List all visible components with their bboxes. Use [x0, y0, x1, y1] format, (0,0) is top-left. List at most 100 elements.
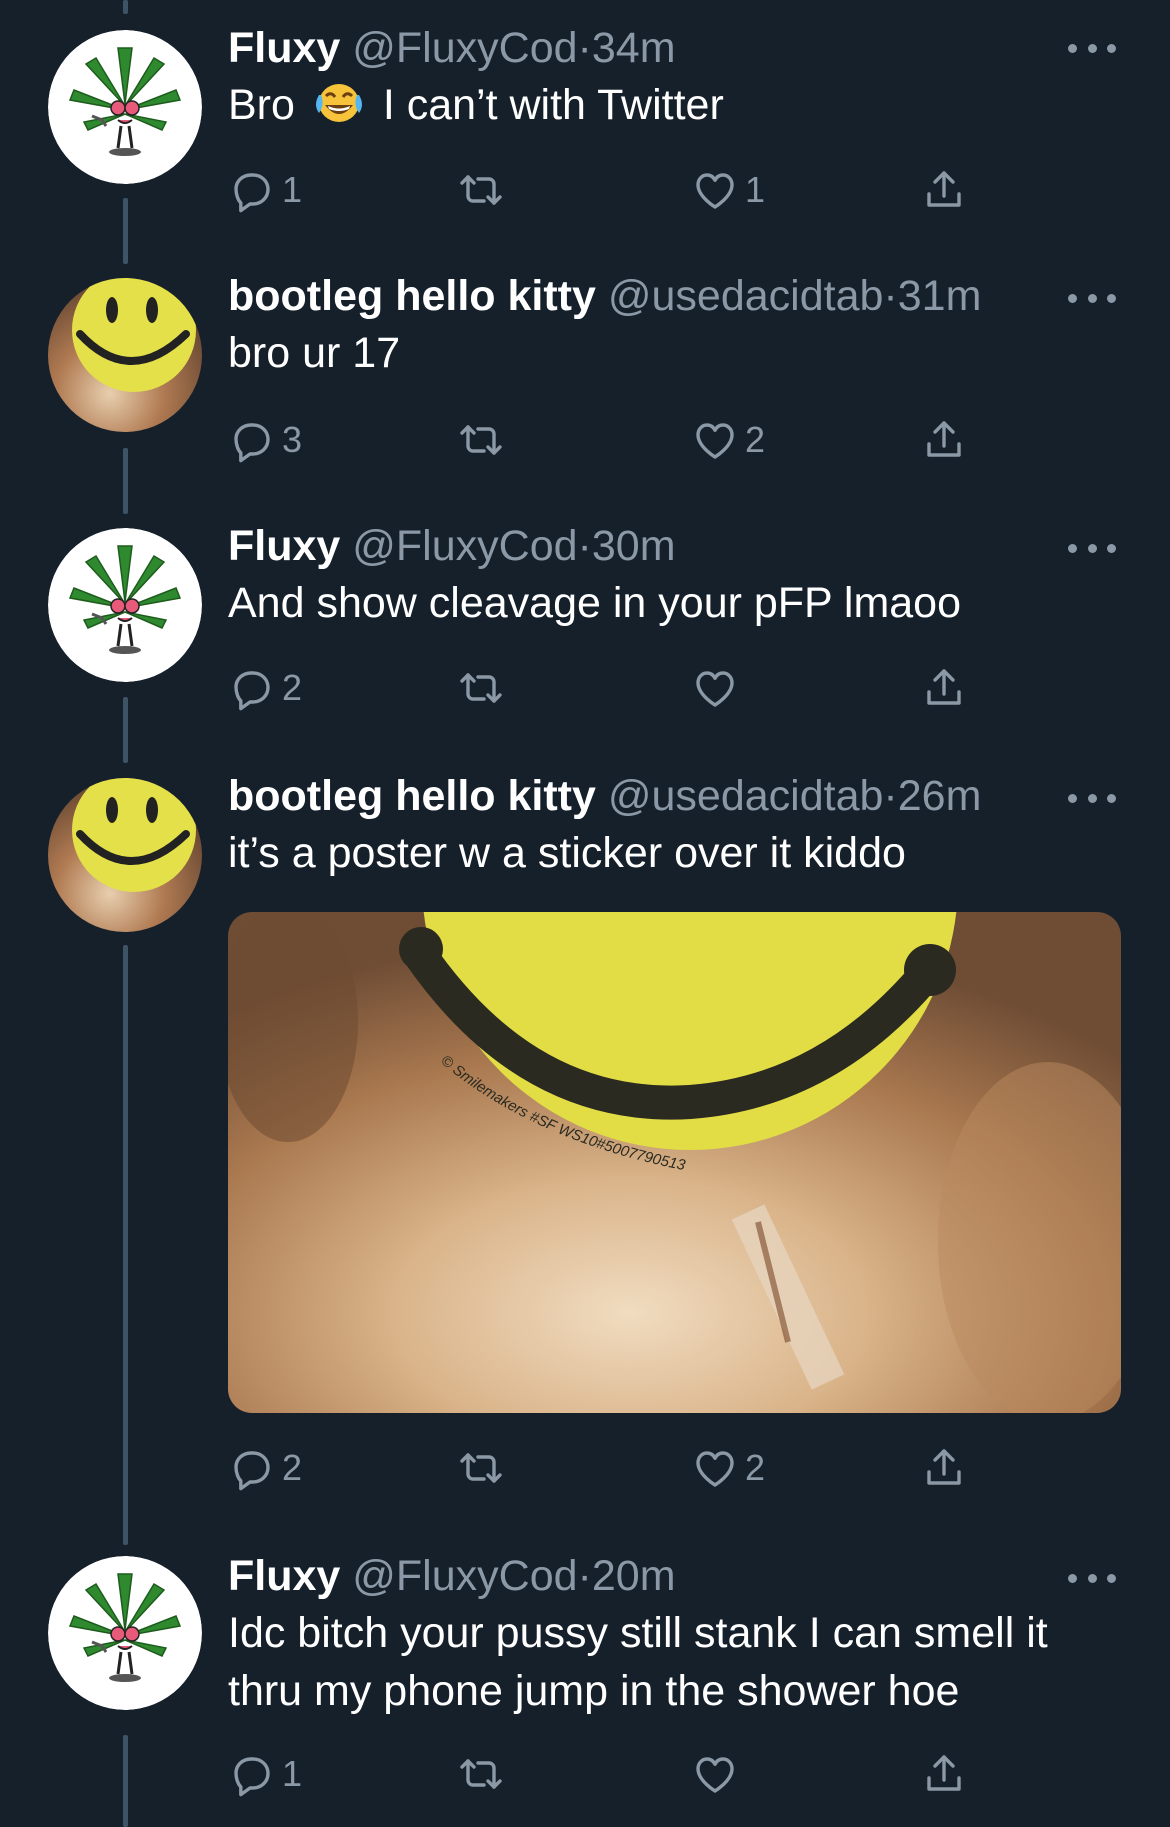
- share-button[interactable]: [920, 660, 968, 716]
- retweet-button[interactable]: [457, 162, 505, 218]
- tweet[interactable]: Fluxy @FluxyCod·30m And show cleavage in…: [0, 500, 1170, 750]
- avatar[interactable]: [48, 778, 202, 932]
- tweet-header: bootleg hello kitty @usedacidtab·26m: [228, 770, 1170, 822]
- like-button[interactable]: 2: [691, 412, 765, 468]
- more-icon[interactable]: [1068, 538, 1116, 558]
- display-name[interactable]: Fluxy: [228, 1552, 340, 1600]
- user-handle[interactable]: @usedacidtab: [608, 772, 884, 820]
- reply-count: 3: [282, 419, 303, 460]
- retweet-icon: [457, 166, 505, 214]
- tweet-text: And show cleavage in your pFP lmaoo: [228, 579, 962, 627]
- avatar[interactable]: [48, 1556, 202, 1710]
- reply-count: 1: [282, 169, 303, 210]
- reply-button[interactable]: 1: [228, 1746, 302, 1802]
- reply-icon: [228, 664, 276, 712]
- smiley-sticker-avatar-icon: [48, 778, 202, 932]
- avatar[interactable]: [48, 30, 202, 184]
- like-icon: [691, 1444, 739, 1492]
- separator: ·: [577, 522, 592, 570]
- reply-button[interactable]: 3: [228, 412, 302, 468]
- smiley-sticker-avatar-icon: [48, 278, 202, 432]
- retweet-button[interactable]: [457, 660, 505, 716]
- share-icon: [920, 416, 968, 464]
- tweet[interactable]: Fluxy @FluxyCod·34m Bro I can’t with Twi…: [0, 0, 1170, 250]
- reply-icon: [228, 1444, 276, 1492]
- display-name[interactable]: bootleg hello kitty: [228, 272, 596, 320]
- retweet-icon: [457, 1750, 505, 1798]
- tweet[interactable]: bootleg hello kitty @usedacidtab·31m bro…: [0, 250, 1170, 500]
- retweet-icon: [457, 416, 505, 464]
- share-button[interactable]: [920, 1746, 968, 1802]
- like-button[interactable]: 2: [691, 1440, 765, 1496]
- timestamp[interactable]: 31m: [898, 272, 982, 320]
- reply-count: 2: [282, 1447, 303, 1488]
- reply-icon: [228, 1750, 276, 1798]
- like-button[interactable]: [691, 1746, 745, 1802]
- separator: ·: [577, 1552, 592, 1600]
- avatar[interactable]: [48, 528, 202, 682]
- retweet-button[interactable]: [457, 1746, 505, 1802]
- more-icon[interactable]: [1068, 38, 1116, 58]
- tweet-text: it’s a poster w a sticker over it kiddo: [228, 829, 906, 877]
- timestamp[interactable]: 26m: [898, 772, 982, 820]
- like-count: 2: [745, 1447, 766, 1488]
- reply-count: 1: [282, 1753, 303, 1794]
- timestamp[interactable]: 34m: [592, 24, 676, 72]
- more-icon[interactable]: [1068, 788, 1116, 808]
- share-icon: [920, 664, 968, 712]
- tweet-text-part: I can’t with Twitter: [382, 81, 724, 129]
- tweet-header: bootleg hello kitty @usedacidtab·31m: [228, 270, 1170, 322]
- avatar[interactable]: [48, 278, 202, 432]
- reply-count: 2: [282, 667, 303, 708]
- cannabis-leaf-avatar-icon: [48, 30, 202, 184]
- share-button[interactable]: [920, 1440, 968, 1496]
- tweet-image[interactable]: © Smilemakers #SF WS10#5007790513: [228, 912, 1121, 1413]
- separator: ·: [577, 24, 592, 72]
- like-icon: [691, 166, 739, 214]
- display-name[interactable]: bootleg hello kitty: [228, 772, 596, 820]
- display-name[interactable]: Fluxy: [228, 522, 340, 570]
- user-handle[interactable]: @FluxyCod: [352, 24, 577, 72]
- smiley-sticker-poster-image: © Smilemakers #SF WS10#5007790513: [228, 912, 1121, 1413]
- tweet-text: bro ur 17: [228, 329, 401, 377]
- reply-button[interactable]: 1: [228, 162, 302, 218]
- tweet[interactable]: Fluxy @FluxyCod·20m Idc bitch your pussy…: [0, 1530, 1170, 1827]
- share-icon: [920, 1750, 968, 1798]
- retweet-icon: [457, 664, 505, 712]
- reply-button[interactable]: 2: [228, 1440, 302, 1496]
- user-handle[interactable]: @usedacidtab: [608, 272, 884, 320]
- more-icon[interactable]: [1068, 288, 1116, 308]
- share-icon: [920, 1444, 968, 1492]
- tweet-text: Bro I can’t with Twitter: [228, 76, 1170, 134]
- timestamp[interactable]: 20m: [592, 1552, 676, 1600]
- reply-icon: [228, 166, 276, 214]
- share-button[interactable]: [920, 412, 968, 468]
- face-with-tears-of-joy-icon: [315, 84, 362, 122]
- retweet-button[interactable]: [457, 412, 505, 468]
- tweet-text-part: Bro: [228, 81, 295, 129]
- more-icon[interactable]: [1068, 1568, 1116, 1588]
- user-handle[interactable]: @FluxyCod: [352, 522, 577, 570]
- tweet-header: Fluxy @FluxyCod·34m: [228, 22, 1170, 74]
- like-count: 2: [745, 419, 766, 460]
- tweet-header: Fluxy @FluxyCod·30m: [228, 520, 1170, 572]
- like-button[interactable]: 1: [691, 162, 765, 218]
- tweet[interactable]: bootleg hello kitty @usedacidtab·26m it’…: [0, 750, 1170, 1530]
- cannabis-leaf-avatar-icon: [48, 528, 202, 682]
- separator: ·: [883, 272, 898, 320]
- share-icon: [920, 166, 968, 214]
- reply-icon: [228, 416, 276, 464]
- separator: ·: [883, 772, 898, 820]
- reply-button[interactable]: 2: [228, 660, 302, 716]
- tweet-text: Idc bitch your pussy still stank I can s…: [228, 1609, 1048, 1715]
- timestamp[interactable]: 30m: [592, 522, 676, 570]
- share-button[interactable]: [920, 162, 968, 218]
- retweet-button[interactable]: [457, 1440, 505, 1496]
- like-count: 1: [745, 169, 766, 210]
- like-button[interactable]: [691, 660, 745, 716]
- user-handle[interactable]: @FluxyCod: [352, 1552, 577, 1600]
- display-name[interactable]: Fluxy: [228, 24, 340, 72]
- retweet-icon: [457, 1444, 505, 1492]
- cannabis-leaf-avatar-icon: [48, 1556, 202, 1710]
- like-icon: [691, 664, 739, 712]
